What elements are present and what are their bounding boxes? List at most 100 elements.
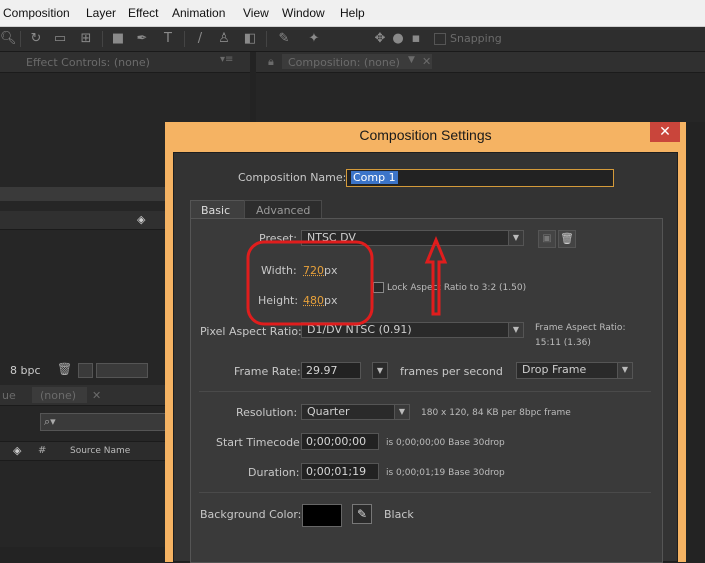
tab-basic[interactable]: Basic xyxy=(190,200,246,219)
par-value: D1/DV NTSC (0.91) xyxy=(307,323,412,336)
lock-icon[interactable]: 🔒︎ xyxy=(268,55,274,69)
frame-rate-label: Frame Rate: xyxy=(234,365,301,378)
tab-advanced[interactable]: Advanced xyxy=(244,200,322,219)
save-preset-icon[interactable]: ▣ xyxy=(538,230,556,248)
timeline-tab[interactable]: (none) xyxy=(32,387,87,403)
comp-name-label: Composition Name: xyxy=(238,171,347,184)
clone-stamp-tool-icon[interactable]: ♙ xyxy=(216,31,232,47)
eyedropper-icon[interactable]: ✎ xyxy=(352,504,372,524)
source-name-column-header[interactable]: Source Name xyxy=(70,446,130,456)
rectangle-tool-icon[interactable]: ■ xyxy=(110,31,126,47)
brush-tool-icon[interactable]: / xyxy=(192,31,208,47)
width-label: Width: xyxy=(261,264,297,277)
timeline-tab-partial[interactable]: ue xyxy=(2,389,16,402)
pen-tool-icon[interactable]: ✒ xyxy=(134,31,150,47)
view-axis-icon[interactable]: ▪ xyxy=(408,31,424,47)
composition-tabbar: 🔒︎ Composition: (none) ▼ ✕ xyxy=(256,52,705,73)
number-column-header[interactable]: # xyxy=(38,445,46,456)
composition-settings-dialog: Composition Settings ✕ Composition Name:… xyxy=(165,122,686,563)
resolution-dropdown[interactable]: Quarter ▼ xyxy=(301,404,410,420)
divider xyxy=(199,492,651,493)
toolbar-separator xyxy=(266,31,267,47)
project-panel: ◈ 8 bpc 🗑︎ xyxy=(0,201,165,381)
menu-composition[interactable]: Composition xyxy=(3,6,70,20)
pan-behind-tool-icon[interactable]: ⊞ xyxy=(78,31,94,47)
duration-label: Duration: xyxy=(248,466,300,479)
menu-layer[interactable]: Layer xyxy=(86,6,116,20)
chevron-down-icon[interactable]: ▼ xyxy=(408,55,415,65)
effect-controls-tabbar: Effect Controls: (none) ▾≡ xyxy=(0,52,250,73)
duration-input[interactable]: 0;00;01;19 xyxy=(301,463,379,480)
type-tool-icon[interactable]: T xyxy=(160,31,176,47)
frame-rate-input[interactable]: 29.97 xyxy=(301,362,361,379)
timeline-column-header: ◈ # Source Name xyxy=(0,441,165,461)
start-timecode-input[interactable]: 0;00;00;00 xyxy=(301,433,379,450)
drop-frame-dropdown[interactable]: Drop Frame ▼ xyxy=(516,362,633,379)
lock-aspect-checkbox[interactable] xyxy=(373,282,384,293)
close-tab-icon[interactable]: ✕ xyxy=(422,55,431,68)
composition-tab-label: Composition: (none) xyxy=(288,56,400,69)
height-value[interactable]: 480 xyxy=(303,294,324,307)
puppet-pin-tool-icon[interactable]: ✦ xyxy=(306,31,322,47)
menu-animation[interactable]: Animation xyxy=(172,6,225,20)
preset-dropdown[interactable]: NTSC DV ▼ xyxy=(301,230,524,246)
menu-effect[interactable]: Effect xyxy=(128,6,158,20)
zoom-tool-icon[interactable]: 🔍︎ xyxy=(0,31,17,47)
rotate-tool-icon[interactable]: ↻ xyxy=(28,31,44,47)
eraser-tool-icon[interactable]: ◧ xyxy=(242,31,258,47)
world-axis-icon[interactable]: ● xyxy=(390,31,406,47)
tools-toolbar: 🔍︎ ↻ ▭ ⊞ ■ ✒ T / ♙ ◧ ✎ ✦ ✥ ● ▪ Snapping xyxy=(0,27,705,52)
project-column-header: ◈ xyxy=(0,211,165,230)
roto-brush-tool-icon[interactable]: ✎ xyxy=(276,31,292,47)
panel-menu-icon[interactable]: ▾≡ xyxy=(220,54,233,65)
scrollbar-thumb[interactable] xyxy=(96,363,148,378)
tab-advanced-label: Advanced xyxy=(256,204,311,217)
preset-label: Preset: xyxy=(259,232,298,245)
close-tab-icon[interactable]: ✕ xyxy=(92,389,101,402)
tab-basic-label: Basic xyxy=(201,204,231,217)
comp-name-value: Comp 1 xyxy=(351,171,398,184)
camera-tool-icon[interactable]: ▭ xyxy=(52,31,68,47)
timeline-panel: ue (none) ✕ ⌕▾ ◈ # Source Name xyxy=(0,381,167,547)
duration-info: is 0;00;01;19 Base 30drop xyxy=(386,468,505,478)
start-timecode-label: Start Timecode: xyxy=(216,436,304,449)
drop-frame-value: Drop Frame xyxy=(522,363,587,376)
timeline-search-input[interactable]: ⌕▾ xyxy=(40,413,167,431)
height-unit: px xyxy=(324,294,338,307)
composition-tab[interactable]: Composition: (none) ▼ xyxy=(282,54,432,69)
dialog-body: Composition Name: Comp 1 Basic Advanced … xyxy=(173,152,678,563)
menu-bar: Composition Layer Effect Animation View … xyxy=(0,0,705,27)
axis-mode-icon[interactable]: ✥ xyxy=(372,31,388,47)
lock-aspect-label: Lock Aspect Ratio to 3:2 (1.50) xyxy=(387,283,527,293)
composition-panel: 🔒︎ Composition: (none) ▼ ✕ xyxy=(256,52,705,122)
delete-preset-icon[interactable]: 🗑︎ xyxy=(558,230,576,248)
divider xyxy=(199,391,651,392)
dialog-title: Composition Settings xyxy=(359,127,492,143)
chevron-down-icon: ▼ xyxy=(508,231,523,245)
frame-rate-dropdown-arrow[interactable]: ▼ xyxy=(372,362,388,379)
menu-help[interactable]: Help xyxy=(340,6,365,20)
chevron-down-icon: ▼ xyxy=(394,405,409,419)
trash-icon[interactable]: 🗑︎ xyxy=(57,362,72,376)
close-icon[interactable]: ✕ xyxy=(650,122,680,142)
toolbar-separator xyxy=(102,31,103,47)
label-tag-icon[interactable]: ◈ xyxy=(137,213,145,226)
chevron-down-icon: ▼ xyxy=(508,323,523,337)
label-tag-icon[interactable]: ◈ xyxy=(13,444,21,457)
bg-color-name: Black xyxy=(384,508,414,521)
width-value[interactable]: 720 xyxy=(303,264,324,277)
timeline-tab-label: (none) xyxy=(40,389,77,402)
fps-label: frames per second xyxy=(400,365,503,378)
comp-name-input[interactable]: Comp 1 xyxy=(346,169,614,187)
par-dropdown[interactable]: D1/DV NTSC (0.91) ▼ xyxy=(301,322,524,338)
menu-window[interactable]: Window xyxy=(282,6,325,20)
menu-view[interactable]: View xyxy=(243,6,269,20)
project-bpc-label[interactable]: 8 bpc xyxy=(10,364,41,377)
scroll-left-button[interactable] xyxy=(78,363,93,378)
effect-controls-tab[interactable]: Effect Controls: (none) xyxy=(26,56,150,69)
toolbar-separator xyxy=(20,31,21,47)
bg-color-swatch[interactable] xyxy=(302,504,342,527)
bg-color-label: Background Color: xyxy=(200,508,302,521)
start-timecode-info: is 0;00;00;00 Base 30drop xyxy=(386,438,505,448)
snapping-checkbox[interactable] xyxy=(434,33,446,45)
